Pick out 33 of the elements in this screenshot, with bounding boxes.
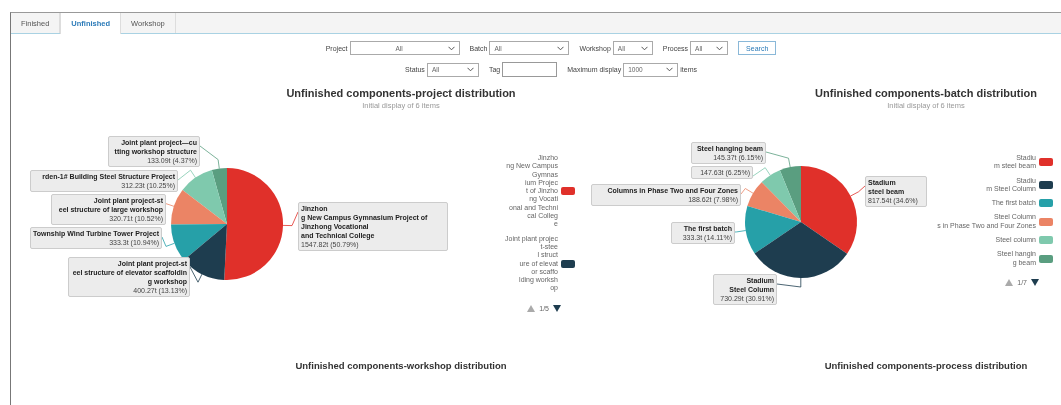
- legend-swatch[interactable]: [561, 187, 575, 196]
- leader-line: [164, 203, 175, 207]
- leader-line: [740, 188, 754, 195]
- legend-swatch[interactable]: [1039, 199, 1053, 208]
- chevron-down-icon: [557, 45, 565, 51]
- chevron-down-icon: [666, 67, 674, 72]
- chevron-down-icon: [447, 45, 455, 51]
- legend-swatch[interactable]: [1039, 254, 1053, 263]
- leader-line: [177, 169, 196, 181]
- down-triangle-icon[interactable]: [1031, 278, 1039, 286]
- up-triangle-icon[interactable]: [1005, 278, 1014, 286]
- chevron-down-icon: [640, 45, 648, 51]
- leader-line: [734, 230, 747, 233]
- leader-line: [199, 145, 220, 169]
- leader-line: [850, 185, 866, 197]
- chart-title: Unfinished components-batch distribution: [814, 87, 1038, 99]
- chevron-down-icon: [466, 67, 474, 72]
- legend-swatch[interactable]: [1039, 236, 1053, 245]
- chart-title: Unfinished components-project distribution: [285, 87, 517, 99]
- tag-input-field[interactable]: [502, 62, 558, 77]
- chevron-down-icon: [716, 45, 724, 51]
- chart-title: Unfinished components-process distribution: [823, 360, 1029, 371]
- legend-swatch[interactable]: [1039, 158, 1053, 167]
- legend-swatch[interactable]: [1039, 180, 1053, 189]
- leader-line: [776, 277, 802, 288]
- legend-swatch[interactable]: [1039, 217, 1053, 226]
- down-triangle-icon[interactable]: [553, 304, 561, 312]
- legend-swatch[interactable]: [561, 259, 575, 268]
- leader-line: [189, 266, 203, 283]
- leader-line: [161, 236, 175, 247]
- up-triangle-icon[interactable]: [527, 304, 536, 312]
- leader-line: [282, 211, 299, 226]
- chart-title: Unfinished components-workshop distribution: [294, 360, 508, 371]
